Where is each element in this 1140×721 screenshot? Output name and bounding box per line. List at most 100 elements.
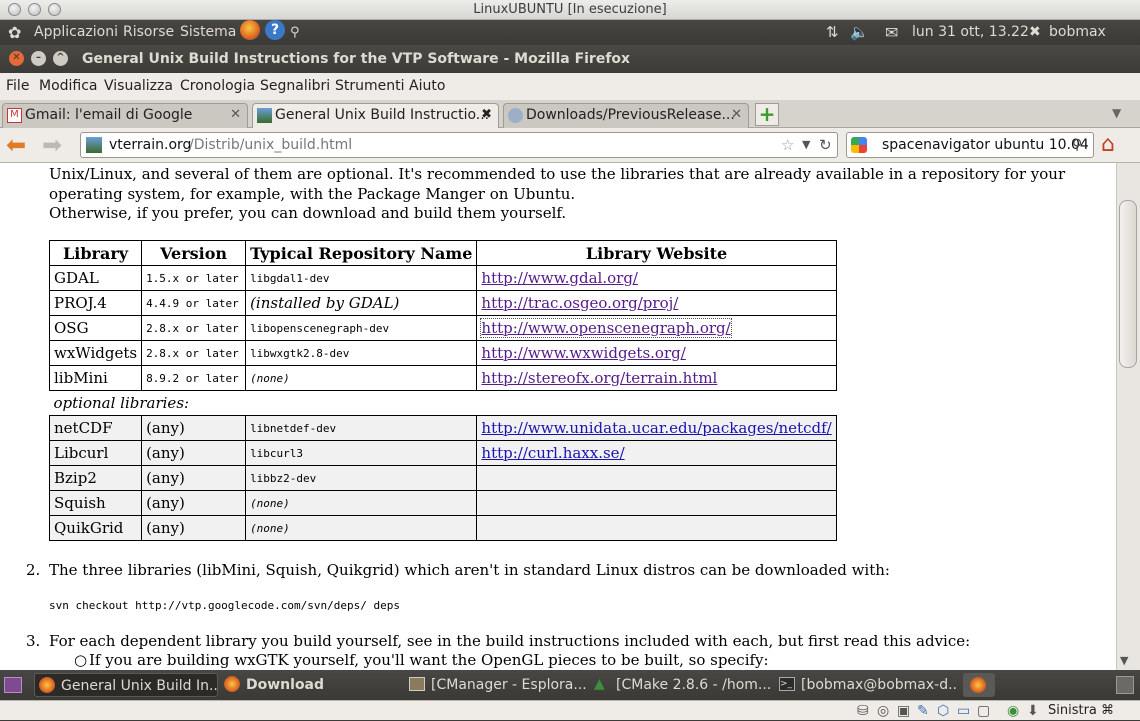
cell-version: 4.4.9 or later [141,290,247,316]
volume-icon[interactable]: 🔈 [850,20,869,45]
link-netcdf[interactable]: http://www.unidata.ucar.edu/packages/net… [481,419,831,437]
taskbar-item-download[interactable]: Download [220,673,400,697]
page-content: Unix/Linux, and several of them are opti… [0,163,1116,670]
tab-downloads[interactable]: Downloads/PreviousRelease... ✕ [503,103,749,128]
step-3-text: For each dependent library you build you… [49,632,971,650]
table-row: GDAL 1.5.x or later libgdal1-dev http://… [48,265,837,291]
power-icon[interactable]: ✖ [1029,20,1041,45]
floppy-icon[interactable]: ▣ [897,701,910,721]
search-input[interactable]: spacenavigator ubuntu 10.04 [882,133,1089,157]
search-go-icon[interactable]: ⚲ [1072,133,1082,157]
tab-close-icon[interactable]: ✕ [230,104,241,126]
display-icon[interactable]: ▢ [977,701,990,721]
scroll-down-arrow-icon[interactable]: ▼ [1120,654,1128,667]
menu-applications[interactable]: Applicazioni [34,20,118,45]
host-key-label: Sinistra ⌘ [1048,703,1115,718]
cell-repo: libbz2-dev [245,465,478,491]
ubuntu-logo-icon: ✿ [8,23,22,42]
bullet-circle-icon: ○ [74,651,88,669]
link-proj[interactable]: http://trac.osgeo.org/proj/ [481,294,678,312]
clock[interactable]: lun 31 ott, 13.22 [912,20,1029,45]
url-bar[interactable]: vterrain.org /Distrib/unix_build.html ☆ … [80,132,838,158]
url-path: /Distrib/unix_build.html [189,137,353,153]
menu-help[interactable]: Aiuto [409,73,445,100]
vm-minimize-button[interactable] [28,3,41,16]
google-engine-icon[interactable] [851,137,867,153]
step-number: 2. [26,561,41,579]
scrollbar-thumb[interactable] [1119,200,1137,368]
tab-gmail[interactable]: M Gmail: l'email di Google ✕ [2,103,248,128]
cd-icon[interactable]: ◎ [877,701,889,721]
back-button[interactable]: ⬅ [6,131,26,159]
window-close-button[interactable]: ✕ [9,51,24,66]
menu-file[interactable]: File [6,73,29,100]
intro-text: Unix/Linux, and several of them are opti… [49,165,1065,224]
virtualization-icon[interactable]: ◉ [1007,701,1019,721]
show-desktop-icon[interactable] [4,677,22,693]
window-minimize-button[interactable]: – [31,51,46,66]
url-domain: vterrain.org [109,137,192,153]
forward-button[interactable]: ➡ [42,131,62,159]
cell-version: 8.9.2 or later [141,365,247,391]
menu-history[interactable]: Cronologia [180,73,255,100]
link-osg[interactable]: http://www.openscenegraph.org/ [480,318,732,338]
cell-version: (any) [141,415,247,441]
taskbar-item-cmanager[interactable]: [CManager - Esplora... [405,673,588,697]
network-icon[interactable]: ⇅ [826,20,839,45]
table-row: QuikGrid (any) (none) [48,515,837,541]
menu-system[interactable]: Sistema [180,20,236,45]
firefox-launcher-icon[interactable] [240,20,260,40]
trash-icon[interactable] [1116,676,1134,694]
taskbar-item-cmake[interactable]: ▲ [CMake 2.8.6 - /hom... [590,673,773,697]
hdd-icon[interactable]: ⛁ [857,701,869,721]
cell-website-empty [476,515,837,541]
help-icon[interactable]: ? [265,20,285,40]
search-icon[interactable]: ⚲ [290,20,300,45]
tab-list-chevron-icon[interactable]: ▼ [1112,106,1121,120]
top-panel: ✿ Applicazioni Risorse Sistema ? ⚲ ⇅ 🔈 ✉… [0,20,1140,45]
shared-folder-icon[interactable]: ▭ [957,701,970,721]
menu-places[interactable]: Risorse [123,20,174,45]
usb-icon[interactable]: ✎ [917,701,929,721]
bookmark-star-icon[interactable]: ☆ [781,133,794,157]
link-libmini[interactable]: http://stereofx.org/terrain.html [481,369,717,387]
folder-icon [409,677,425,691]
cell-version: (any) [141,440,247,466]
network-adapter-icon[interactable]: ⬡ [937,701,949,721]
link-libcurl[interactable]: http://curl.haxx.se/ [481,444,624,462]
new-tab-button[interactable]: + [755,103,779,126]
tab-label: Downloads/PreviousRelease... [526,107,735,123]
mail-icon[interactable]: ✉ [885,20,898,45]
cell-version: 2.8.x or later [141,315,247,341]
link-gdal[interactable]: http://www.gdal.org/ [481,269,638,287]
link-wxwidgets[interactable]: http://www.wxwidgets.org/ [481,344,685,362]
menu-edit[interactable]: Modifica [39,73,98,100]
taskbar-label: [CManager - Esplora... [431,677,587,693]
menu-bookmarks[interactable]: Segnalibri [260,73,330,100]
search-bar[interactable]: spacenavigator ubuntu 10.04 ⚲ [846,132,1094,158]
vm-zoom-button[interactable] [48,3,61,16]
tab-close-icon[interactable]: ✖ [481,104,492,126]
tab-unix-build[interactable]: General Unix Build Instructio... ✖ [252,103,499,129]
taskbar-item-firefox[interactable]: General Unix Build In... [34,673,218,697]
taskbar-item-terminal[interactable]: >_ [bobmax@bobmax-d... [775,673,958,697]
url-dropdown-icon[interactable]: ▼ [802,133,810,157]
taskbar-label: [bobmax@bobmax-d... [801,677,958,693]
menu-view[interactable]: Visualizza [104,73,173,100]
step-number: 3. [26,632,41,650]
reload-icon[interactable]: ↻ [819,133,832,157]
vm-close-button[interactable] [8,3,21,16]
firefox-icon [970,677,986,693]
user-menu[interactable]: bobmax [1049,20,1106,45]
tab-label: Gmail: l'email di Google [25,107,193,123]
taskbar-label: [CMake 2.8.6 - /hom... [616,677,772,693]
site-favicon-icon[interactable] [86,137,102,153]
tab-close-icon[interactable]: ✕ [731,104,742,126]
col-header-website: Library Website [476,240,837,266]
cell-repo: libopenscenegraph-dev [245,315,478,341]
window-maximize-button[interactable]: ^ [53,51,68,66]
menu-tools[interactable]: Strumenti [335,73,405,100]
mouse-integration-icon[interactable]: ⬇ [1027,701,1039,721]
tab-label: General Unix Build Instructio... [275,107,490,123]
home-button[interactable]: ⌂ [1101,132,1115,158]
